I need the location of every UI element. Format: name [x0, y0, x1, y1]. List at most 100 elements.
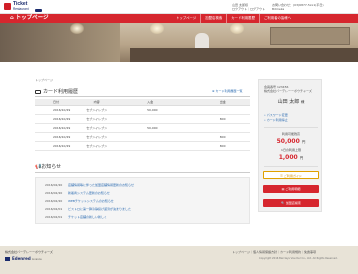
page-title-text: トップページ: [15, 15, 49, 21]
edenred-sub: Licence: [32, 258, 42, 261]
divider: [35, 96, 250, 97]
row-shop: セブンイレブン: [70, 123, 124, 133]
available-unit: 円: [301, 140, 306, 144]
card-stop-text[interactable]: カード利用停止: [267, 118, 288, 122]
logo-mark-icon: [4, 3, 11, 10]
divider: [264, 127, 318, 128]
card-stop-link[interactable]: • カード利用停止: [264, 118, 288, 122]
main-nav: ⌂ トップページ トップページ 加盟店検索 カード利用履歴 ご利用者の皆様へ: [0, 14, 358, 23]
notice-date: 2016/02/01: [45, 207, 63, 211]
notice-date: 2016/02/20: [45, 191, 63, 195]
divider: [35, 172, 250, 173]
history-list-link[interactable]: ⊕ カード利用履歴一覧: [212, 89, 242, 93]
contact-info: お問い合わせ：(03)6877-5xx1(平日) Bdmeka: [272, 3, 324, 11]
usage-detail-button[interactable]: ▤ ご利用明細: [263, 185, 319, 193]
row-shop: セブンイレブン: [70, 141, 124, 151]
row-date: 2016/10/29: [35, 114, 71, 124]
table-row: 2016/10/29 セブンイレブン 50,000: [35, 105, 250, 115]
available-value: 50,000: [276, 138, 300, 145]
contact-sub: Bdmeka: [272, 7, 285, 11]
table-row: 2016/10/29 セブンイレブン 800: [35, 141, 250, 151]
row-date: 2016/10/29: [35, 141, 71, 151]
row-in: [123, 141, 210, 151]
copyright: Copyright 2016 Barclays Voucher Co., Ltd…: [259, 257, 338, 260]
row-shop: セブンイレブン: [70, 105, 124, 115]
table-row: 2016/10/29 セブンイレブン 800: [35, 132, 250, 142]
nav-item-users[interactable]: ご利用者の皆様へ: [258, 14, 295, 23]
notices-title: 📢お知らせ: [35, 163, 61, 170]
breadcrumb[interactable]: トップページ: [35, 78, 53, 82]
site-header: Ticket Restaurant 山田 太郎様 ロクアウト｜ログアウト お問い…: [0, 0, 358, 14]
daily-unit: 円: [299, 156, 304, 160]
user-name-text: 山田 太郎: [277, 99, 300, 105]
name-suffix: 様: [300, 100, 305, 104]
logo-sub-text: Restaurant: [13, 7, 29, 11]
daily-limit-label: 1日の利用上限: [281, 148, 301, 152]
history-title: カード利用履歴: [35, 88, 78, 95]
page-title: ⌂ トップページ: [10, 15, 48, 22]
history-title-text: カード利用履歴: [43, 89, 79, 95]
usage-detail-label: ご利用明細: [285, 187, 301, 191]
notices-box: 2016/02/20 店舗情報等に伴った加盟店舗情報更新のお知らせ 2016/0…: [35, 177, 250, 224]
row-out: [209, 105, 250, 115]
list-item[interactable]: 2016/02/20 店舗情報等に伴った加盟店舗情報更新のお知らせ: [45, 182, 134, 189]
list-item[interactable]: 2016/02/01 ビストロに第一弾冷静投げ返済が決まりました: [45, 206, 131, 213]
store-search-button[interactable]: 🔍 加盟店検索: [263, 199, 319, 207]
user-full-name: 山田 太郎 様: [259, 98, 323, 105]
notice-date: 2016/02/20: [45, 199, 63, 203]
notice-link[interactable]: ビストロに第一弾冷静投げ返済が決まりました: [68, 206, 131, 213]
nav-item-store-search[interactable]: 加盟店検索: [200, 14, 226, 23]
usage-guide-label: ご利用ガイド: [283, 174, 302, 178]
available-amount: 50,000 円: [259, 138, 323, 145]
table-row: 2016/10/29 セブンイレブン 50,000: [35, 123, 250, 133]
row-out: 800: [209, 132, 250, 142]
logout-link[interactable]: ロクアウト｜ログアウト: [232, 7, 265, 11]
row-date: 2016/10/29: [35, 105, 71, 115]
notice-link[interactable]: 店舗情報等に伴った加盟店舗情報更新のお知らせ: [68, 182, 134, 189]
notice-link[interactable]: チケット店舗の新しい新しく: [68, 214, 107, 221]
store-search-label: 加盟店検索: [285, 201, 301, 205]
row-out: [209, 123, 250, 133]
available-label: 利用可能残高: [281, 132, 300, 136]
notices-title-text: お知らせ: [41, 164, 62, 170]
row-in: [123, 132, 210, 142]
list-item[interactable]: 2016/02/20 新着商システム更新のお知らせ: [45, 190, 110, 197]
row-date: 2016/10/29: [35, 132, 71, 142]
row-date: 2016/10/29: [35, 123, 71, 133]
daily-value: 1,000: [278, 154, 298, 161]
row-shop: セブンイレブン: [70, 114, 124, 124]
notice-date: 2016/02/01: [45, 215, 63, 219]
company-name: 株式会社バーデレーーボウチャーズ: [264, 89, 312, 93]
notice-link[interactable]: WEBチケットシステムのお知らせ: [68, 198, 114, 205]
table-row: 2016/10/29 セブンイレブン 800: [35, 114, 250, 124]
hero-image: [0, 23, 358, 62]
edenred-mark-icon: [5, 257, 10, 261]
password-change-link[interactable]: • パスワード変更: [264, 113, 288, 117]
history-list-link-text[interactable]: カード利用履歴一覧: [215, 89, 242, 93]
password-change-text[interactable]: パスワード変更: [267, 113, 288, 117]
row-shop: セブンイレブン: [70, 132, 124, 142]
row-out: 800: [209, 141, 250, 151]
row-in: 50,000: [123, 123, 210, 133]
usage-guide-button[interactable]: ☰ ご利用ガイド: [263, 171, 319, 179]
nav-item-top[interactable]: トップページ: [172, 14, 200, 23]
logo-badge: [35, 9, 42, 12]
edenred-logo: Edenred Licence: [5, 256, 42, 261]
row-in: 50,000: [123, 105, 210, 115]
list-item[interactable]: 2016/02/20 WEBチケットシステムのお知らせ: [45, 198, 114, 205]
notice-date: 2016/02/20: [45, 183, 63, 187]
history-table: 日付 内容 入金 出金 2016/10/29 セブンイレブン 50,000 20…: [35, 99, 250, 151]
nav-item-history[interactable]: カード利用履歴: [226, 14, 259, 23]
footer-company: 株式会社バーデレーーボウチャーズ: [5, 250, 53, 254]
home-icon: ⌂: [10, 15, 14, 21]
notice-link[interactable]: 新着商システム更新のお知らせ: [68, 190, 110, 197]
site-footer: 株式会社バーデレーーボウチャーズ Edenred Licence トップページ｜…: [0, 246, 358, 274]
edenred-text: Edenred: [12, 256, 31, 261]
card-icon: [35, 89, 41, 94]
ticket-restaurant-logo[interactable]: Ticket Restaurant: [4, 2, 42, 12]
account-sidebar: 会員番号 123456 株式会社バーデレーーボウチャーズ 山田 太郎 様 • パ…: [258, 79, 322, 212]
footer-links[interactable]: トップページ｜個人情報保護方針｜カード利用規約｜免責事項: [232, 250, 316, 254]
row-out: 800: [209, 114, 250, 124]
daily-limit-amount: 1,000 円: [259, 154, 323, 161]
list-item[interactable]: 2016/02/01 チケット店舗の新しい新しく: [45, 214, 107, 221]
